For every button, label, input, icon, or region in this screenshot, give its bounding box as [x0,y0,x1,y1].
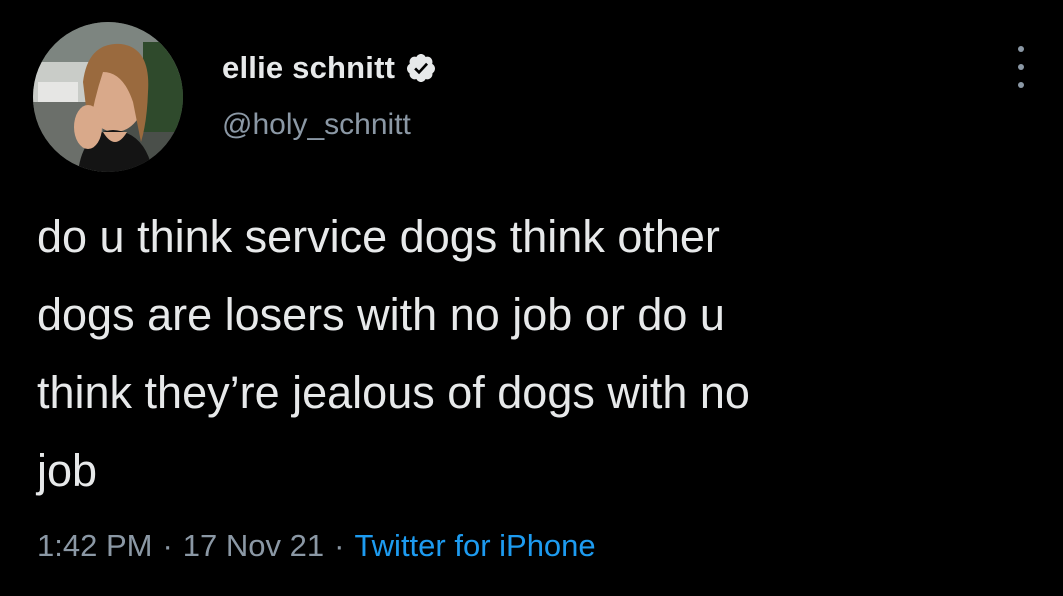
meta-separator: · [162,528,173,563]
author-handle[interactable]: @holy_schnitt [222,108,411,142]
tweet-source-link[interactable]: Twitter for iPhone [354,528,595,564]
tweet-text: do u think service dogs think other dogs… [37,211,750,496]
tweet-date[interactable]: 17 Nov 21 [183,528,324,564]
more-dot [1018,64,1024,70]
more-dot [1018,46,1024,52]
author-name-row[interactable]: ellie schnitt [222,46,437,90]
avatar[interactable] [33,22,183,172]
tweet-card: ellie schnitt @holy_schnitt do u think s… [0,0,1063,596]
author-display-name[interactable]: ellie schnitt [222,50,395,86]
meta-separator: · [334,528,345,563]
tweet-time[interactable]: 1:42 PM [37,528,152,564]
tweet-meta: 1:42 PM · 17 Nov 21 · Twitter for iPhone [37,528,596,564]
more-dot [1018,82,1024,88]
verified-badge-icon [405,52,437,84]
avatar-image [33,22,183,172]
more-options-icon[interactable] [1008,44,1034,90]
